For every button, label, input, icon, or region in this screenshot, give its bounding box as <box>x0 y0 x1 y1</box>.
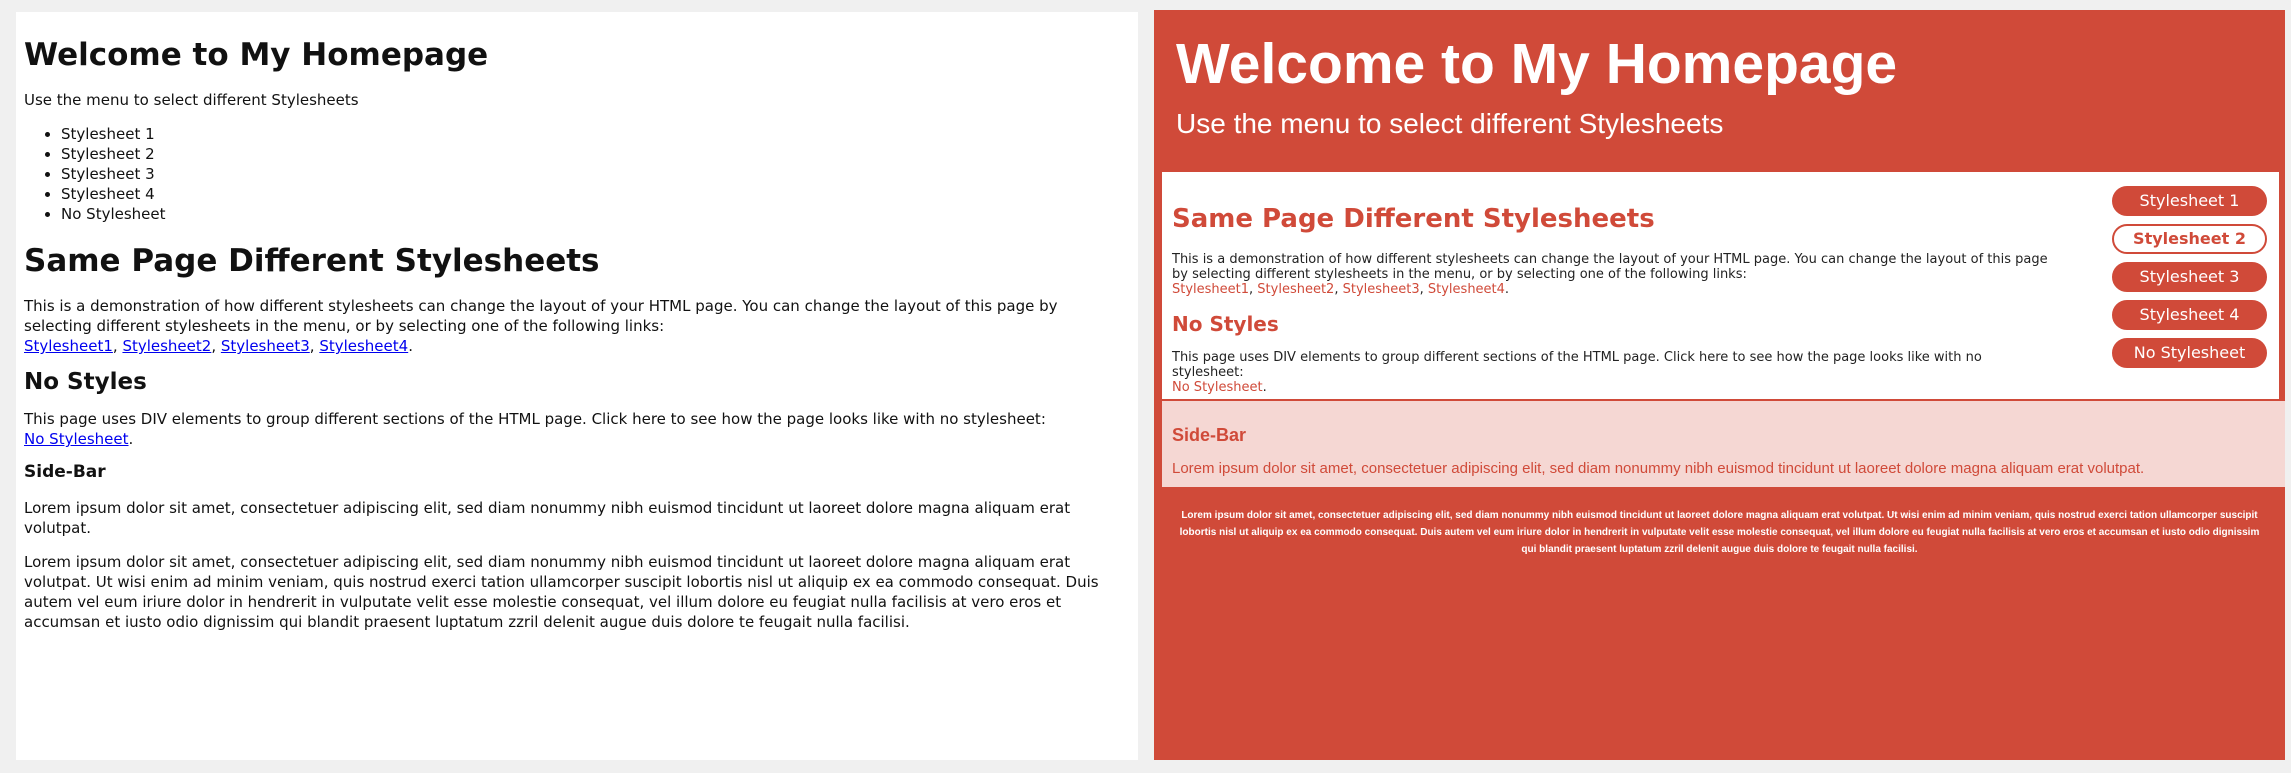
link-stylesheet-3[interactable]: Stylesheet3 <box>1343 282 1420 297</box>
link-stylesheet-2[interactable]: Stylesheet2 <box>1257 282 1334 297</box>
header-subtitle: Use the menu to select different Stylesh… <box>1176 108 1724 139</box>
section-title: Same Page Different Stylesheets <box>24 243 600 280</box>
no-styles-section: This page uses DIV elements to group dif… <box>1172 350 1982 395</box>
menu-item-stylesheet-1[interactable]: Stylesheet 1 <box>61 124 1130 144</box>
page-title: Welcome to My Homepage <box>24 37 489 73</box>
unstyled-page-content: Welcome to My Homepage Use the menu to s… <box>16 12 1138 632</box>
sidebar-text: Lorem ipsum dolor sit amet, consectetuer… <box>24 499 1071 538</box>
section-text: This is a demonstration of how different… <box>1172 252 2048 297</box>
sidebar-text: Lorem ipsum dolor sit amet, consectetuer… <box>1172 460 2145 477</box>
link-stylesheet-2[interactable]: Stylesheet2 <box>122 337 211 355</box>
link-stylesheet-1[interactable]: Stylesheet1 <box>24 337 113 355</box>
section-title: Same Page Different Stylesheets <box>1172 204 1655 234</box>
sidebar-title: Side-Bar <box>1172 425 1247 445</box>
stylesheet-3-button[interactable]: Stylesheet 3 <box>2112 262 2267 292</box>
sidebar: Side-Bar Lorem ipsum dolor sit amet, con… <box>1162 401 2285 487</box>
stylesheet-menu: Stylesheet 1 Stylesheet 2 Stylesheet 3 S… <box>2112 186 2267 376</box>
link-stylesheet-4[interactable]: Stylesheet4 <box>319 337 408 355</box>
menu-item-stylesheet-4[interactable]: Stylesheet 4 <box>61 184 1130 204</box>
no-stylesheet-button[interactable]: No Stylesheet <box>2112 338 2267 368</box>
unstyled-page-pane: Welcome to My Homepage Use the menu to s… <box>16 12 1138 760</box>
link-stylesheet-4[interactable]: Stylesheet4 <box>1428 282 1505 297</box>
link-no-stylesheet[interactable]: No Stylesheet <box>24 430 129 448</box>
no-styles-title: No Styles <box>1172 312 1279 336</box>
no-styles-text: This page uses DIV elements to group dif… <box>24 410 1046 429</box>
styled-page-pane: Welcome to My Homepage Use the menu to s… <box>1154 10 2285 760</box>
no-styles-section: This page uses DIV elements to group dif… <box>24 410 1046 449</box>
stylesheet-menu-list: Stylesheet 1 Stylesheet 2 Stylesheet 3 S… <box>24 124 1130 224</box>
link-stylesheet-3[interactable]: Stylesheet3 <box>221 337 310 355</box>
stylesheet-4-button[interactable]: Stylesheet 4 <box>2112 300 2267 330</box>
link-no-stylesheet[interactable]: No Stylesheet <box>1172 380 1263 395</box>
stylesheet-1-button[interactable]: Stylesheet 1 <box>2112 186 2267 216</box>
footer: Lorem ipsum dolor sit amet, consectetuer… <box>1179 510 2260 555</box>
section-description: This is a demonstration of how different… <box>24 297 1058 336</box>
header-title: Welcome to My Homepage <box>1176 32 1898 96</box>
menu-item-no-stylesheet[interactable]: No Stylesheet <box>61 204 1130 224</box>
no-styles-text: This page uses DIV elements to group dif… <box>1172 350 1982 380</box>
footer-text: Lorem ipsum dolor sit amet, consectetuer… <box>24 553 1099 632</box>
page-header: Welcome to My Homepage Use the menu to s… <box>1154 10 2285 142</box>
sidebar-title: Side-Bar <box>24 462 106 483</box>
section-description: This is a demonstration of how different… <box>1172 252 2048 282</box>
menu-item-stylesheet-3[interactable]: Stylesheet 3 <box>61 164 1130 184</box>
section-text: This is a demonstration of how different… <box>24 297 1058 356</box>
menu-item-stylesheet-2[interactable]: Stylesheet 2 <box>61 144 1130 164</box>
page-intro: Use the menu to select different Stylesh… <box>24 91 359 110</box>
stylesheet-2-button[interactable]: Stylesheet 2 <box>2112 224 2267 254</box>
link-stylesheet-1[interactable]: Stylesheet1 <box>1172 282 1249 297</box>
main-content-box: Same Page Different Stylesheets This is … <box>1162 172 2279 399</box>
no-styles-title: No Styles <box>24 369 147 396</box>
